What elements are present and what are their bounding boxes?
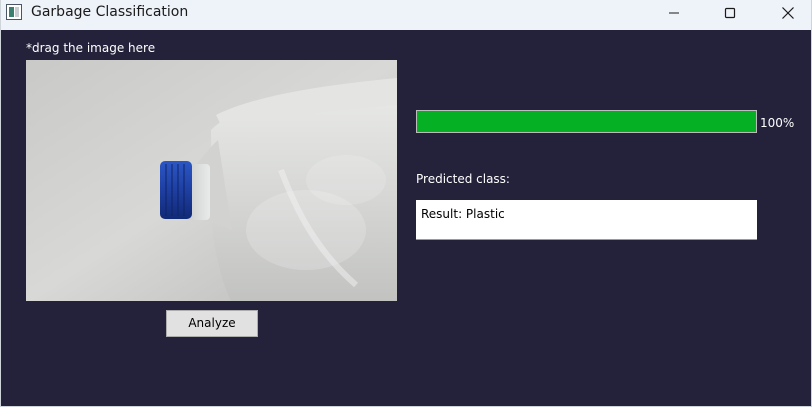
window-title: Garbage Classification [31,4,189,20]
progress-fill [417,111,756,132]
minimize-icon [669,12,679,14]
app-window: Garbage Classification *drag the image h… [0,0,812,407]
predicted-class-label: Predicted class: [416,172,510,186]
drag-hint-label: *drag the image here [26,41,156,55]
plastic-jug-photo [26,60,397,301]
image-drop-area[interactable] [26,60,397,301]
maximize-button[interactable] [707,0,753,26]
close-button[interactable] [765,0,811,26]
minimize-button[interactable] [651,0,697,26]
close-icon [782,7,794,19]
analyze-button[interactable]: Analyze [166,310,258,337]
progress-bar [416,110,757,133]
progress-percent-label: 100% [760,116,795,130]
title-bar[interactable]: Garbage Classification [1,0,811,30]
app-icon [6,4,22,20]
maximize-icon [724,7,736,19]
result-textbox[interactable]: Result: Plastic [416,200,757,240]
